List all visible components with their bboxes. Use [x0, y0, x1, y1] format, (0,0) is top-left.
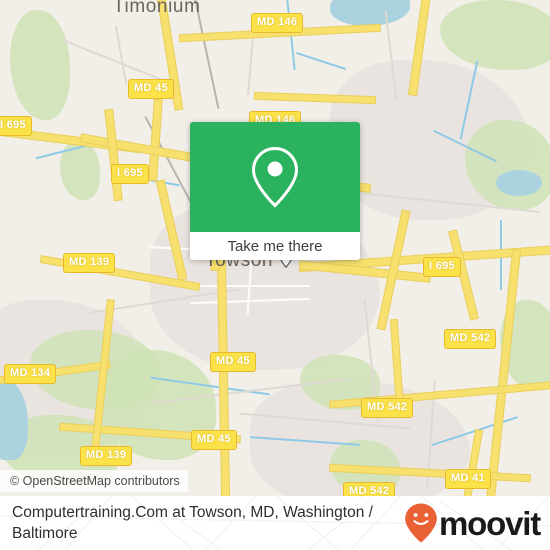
footer-bar: Computertraining.Com at Towson, MD, Wash…: [0, 496, 550, 550]
moovit-smiley-pin-icon: [405, 503, 437, 543]
road-shield: MD 134: [4, 364, 57, 384]
place-label-timonium: Timonium: [113, 0, 201, 17]
road-shield: I 695: [423, 257, 461, 277]
take-me-there-button[interactable]: Take me there: [190, 232, 360, 260]
road-shield: MD 139: [80, 446, 133, 466]
road-shield: MD 41: [445, 469, 491, 489]
secondary-road: [114, 25, 128, 85]
moovit-map-page: Timonium Towson MD 146 MD 45 MD 146 I 69…: [0, 0, 550, 550]
water-body: [496, 170, 542, 196]
moovit-wordmark: moovit: [439, 504, 541, 542]
location-info-card[interactable]: Take me there: [190, 122, 360, 260]
highway-i695: [105, 109, 122, 201]
stream: [295, 52, 347, 70]
road-shield: MD 542: [361, 398, 414, 418]
road-shield: I 695: [0, 116, 32, 136]
highway-md45: [149, 99, 162, 181]
park-area: [440, 0, 550, 70]
page-title: Computertraining.Com at Towson, MD, Wash…: [12, 504, 373, 542]
water-body: [330, 0, 410, 26]
minor-road: [180, 285, 310, 287]
road-shield: MD 45: [210, 352, 256, 372]
road-shield: MD 542: [343, 482, 396, 496]
location-pin-icon: [251, 146, 299, 208]
road-shield: MD 542: [444, 329, 497, 349]
road-shield: MD 139: [63, 253, 116, 273]
road-shield: MD 45: [128, 79, 174, 99]
card-photo-placeholder: [190, 122, 360, 232]
moovit-logo[interactable]: moovit: [404, 502, 541, 544]
road-shield: MD 146: [251, 13, 304, 33]
osm-attribution[interactable]: © OpenStreetMap contributors: [0, 470, 188, 492]
park-area: [10, 10, 70, 120]
road-shield: I 695: [111, 164, 149, 184]
road-shield: MD 45: [191, 430, 237, 450]
secondary-road: [63, 39, 167, 83]
